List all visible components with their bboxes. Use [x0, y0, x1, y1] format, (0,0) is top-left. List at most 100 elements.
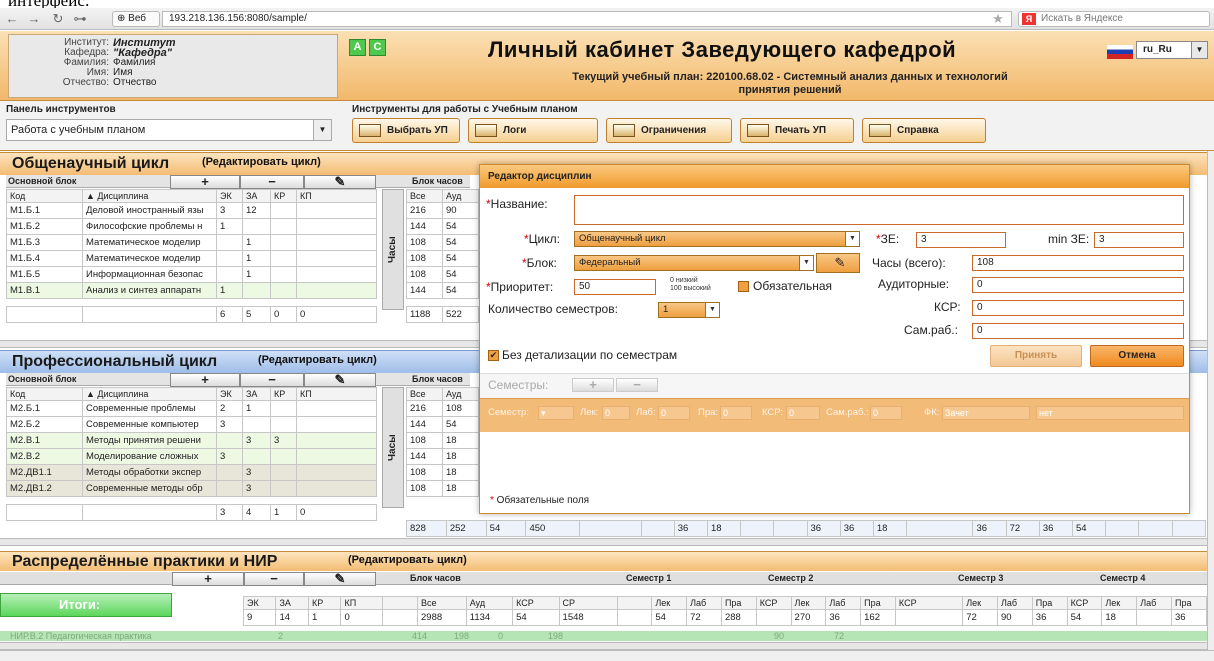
col-ksr[interactable]: КСР: [512, 596, 560, 610]
self-study-input[interactable]: 0: [972, 323, 1184, 339]
col-ek[interactable]: ЭК: [242, 596, 277, 610]
table-row[interactable]: М1.Б.5 Информационная безопас 1: [6, 266, 377, 283]
col-all[interactable]: Все: [417, 596, 467, 610]
accept-button[interactable]: Принять: [990, 345, 1082, 367]
horizontal-scrollbar[interactable]: [0, 642, 1207, 650]
vertical-scrollbar[interactable]: [1207, 151, 1214, 651]
col-pra[interactable]: Пра: [1170, 596, 1208, 610]
semester-count-select[interactable]: 1 ▼: [658, 302, 720, 318]
bookmark-star-icon[interactable]: ★: [990, 11, 1006, 27]
col-kr[interactable]: КР: [270, 387, 297, 401]
col-ek[interactable]: ЭК: [216, 387, 243, 401]
col-aud[interactable]: Ауд: [442, 387, 479, 401]
hours-total-input[interactable]: 108: [972, 255, 1184, 271]
forward-icon[interactable]: →: [26, 11, 42, 27]
col-lek[interactable]: Лек: [790, 596, 827, 610]
remove-button[interactable]: −: [244, 572, 304, 586]
col-lab[interactable]: Лаб: [686, 596, 722, 610]
search-input[interactable]: Я Искать в Яндексе: [1018, 11, 1210, 27]
col-ksr[interactable]: КСР: [755, 596, 792, 610]
table-row[interactable]: М1.Б.1 Деловой иностранный язы 3 12: [6, 202, 377, 219]
col-ek[interactable]: ЭК: [216, 189, 243, 203]
edit-cycle-link[interactable]: (Редактировать цикл): [258, 354, 377, 366]
table-row[interactable]: М2.В.1 Методы принятия решени 3 3: [6, 432, 377, 449]
fk-select[interactable]: Зачет: [942, 406, 1030, 420]
pra-input[interactable]: 0: [720, 406, 752, 420]
col-code[interactable]: Код: [6, 189, 83, 203]
select-plan-button[interactable]: Выбрать УП: [352, 118, 460, 143]
col-za[interactable]: ЗА: [242, 189, 271, 203]
table-row[interactable]: М2.ДВ1.2 Современные методы обр 3: [6, 480, 377, 497]
col-za[interactable]: ЗА: [242, 387, 271, 401]
col-pra[interactable]: Пра: [860, 596, 896, 610]
semester-select[interactable]: ▾: [538, 406, 574, 420]
col-ksr[interactable]: КСР: [894, 596, 964, 610]
ksr-input[interactable]: 0: [972, 300, 1184, 316]
no-detail-checkbox[interactable]: ✔: [488, 350, 499, 361]
table-row[interactable]: М1.В.1 Анализ и синтез аппаратн 1: [6, 282, 377, 299]
extra-select[interactable]: нет: [1036, 406, 1184, 420]
key-icon[interactable]: ⊶: [72, 11, 88, 27]
col-aud[interactable]: Ауд: [442, 189, 479, 203]
col-lab[interactable]: Лаб: [825, 596, 862, 610]
restrictions-button[interactable]: Ограничения: [606, 118, 732, 143]
col-aud[interactable]: Ауд: [465, 596, 514, 610]
cancel-button[interactable]: Отмена: [1090, 345, 1184, 367]
mode-a-button[interactable]: A: [349, 39, 366, 56]
print-plan-button[interactable]: Печать УП: [740, 118, 854, 143]
col-kp[interactable]: КП: [296, 387, 377, 401]
lek-input[interactable]: 0: [602, 406, 630, 420]
edit-pencil-icon[interactable]: ✎: [816, 253, 860, 273]
work-mode-select[interactable]: Работа с учебным планом ▼: [6, 119, 332, 141]
col-discipline[interactable]: ▲ Дисциплина: [82, 387, 217, 401]
col-pra[interactable]: Пра: [720, 596, 757, 610]
table-row[interactable]: М2.Б.1 Современные проблемы 2 1: [6, 400, 377, 417]
col-kr[interactable]: КР: [307, 596, 342, 610]
priority-input[interactable]: 50: [574, 279, 656, 295]
col-discipline[interactable]: ▲ Дисциплина: [82, 189, 217, 203]
edit-pencil-icon[interactable]: ✎: [304, 175, 376, 189]
col-za[interactable]: ЗА: [275, 596, 309, 610]
col-lek[interactable]: Лек: [1101, 596, 1138, 610]
horizontal-scrollbar[interactable]: [0, 538, 1207, 546]
col-kp[interactable]: КП: [340, 596, 384, 610]
col-lek[interactable]: Лек: [962, 596, 998, 610]
edit-cycle-link[interactable]: (Редактировать цикл): [348, 554, 467, 566]
col-lab[interactable]: Лаб: [1136, 596, 1172, 610]
table-row[interactable]: М1.Б.3 Математическое моделир 1: [6, 234, 377, 251]
add-button[interactable]: +: [170, 175, 240, 189]
col-lek[interactable]: Лек: [651, 596, 688, 610]
add-button[interactable]: +: [172, 572, 244, 586]
lab-input[interactable]: 0: [658, 406, 690, 420]
remove-button[interactable]: −: [240, 175, 304, 189]
table-row[interactable]: М2.В.2 Моделирование сложных 3: [6, 448, 377, 465]
edit-cycle-link[interactable]: (Редактировать цикл): [202, 156, 321, 168]
mandatory-checkbox[interactable]: [738, 281, 749, 292]
block-select[interactable]: Федеральный ▼: [574, 255, 814, 271]
table-row[interactable]: М1.Б.2 Философские проблемы н1: [6, 218, 377, 235]
table-row[interactable]: М1.Б.4 Математическое моделир 1: [6, 250, 377, 267]
add-button[interactable]: +: [170, 373, 240, 387]
col-lab[interactable]: Лаб: [997, 596, 1033, 610]
col-sr[interactable]: СР: [558, 596, 618, 610]
ze-input[interactable]: 3: [916, 232, 1006, 248]
logs-button[interactable]: Логи: [468, 118, 598, 143]
cycle-select[interactable]: Общенаучный цикл ▼: [574, 231, 860, 247]
min-ze-input[interactable]: 3: [1094, 232, 1184, 248]
mode-c-button[interactable]: C: [369, 39, 386, 56]
name-input[interactable]: [574, 195, 1184, 225]
table-row[interactable]: М2.Б.2 Современные компьютер 3: [6, 416, 377, 433]
col-all[interactable]: Все: [406, 189, 443, 203]
ksr-input[interactable]: 0: [786, 406, 820, 420]
col-all[interactable]: Все: [406, 387, 443, 401]
language-select[interactable]: ru_Ru ▼: [1136, 41, 1208, 59]
table-row[interactable]: М2.ДВ1.1 Методы обработки экспер 3: [6, 464, 377, 481]
back-icon[interactable]: ←: [4, 11, 20, 27]
col-kr[interactable]: КР: [270, 189, 297, 203]
self-study-input[interactable]: 0: [870, 406, 902, 420]
classroom-hours-input[interactable]: 0: [972, 277, 1184, 293]
col-ksr[interactable]: КСР: [1066, 596, 1103, 610]
col-kp[interactable]: КП: [296, 189, 377, 203]
web-tab[interactable]: ⊕ Веб: [112, 11, 160, 27]
totals-tab[interactable]: Итоги:: [0, 593, 172, 617]
